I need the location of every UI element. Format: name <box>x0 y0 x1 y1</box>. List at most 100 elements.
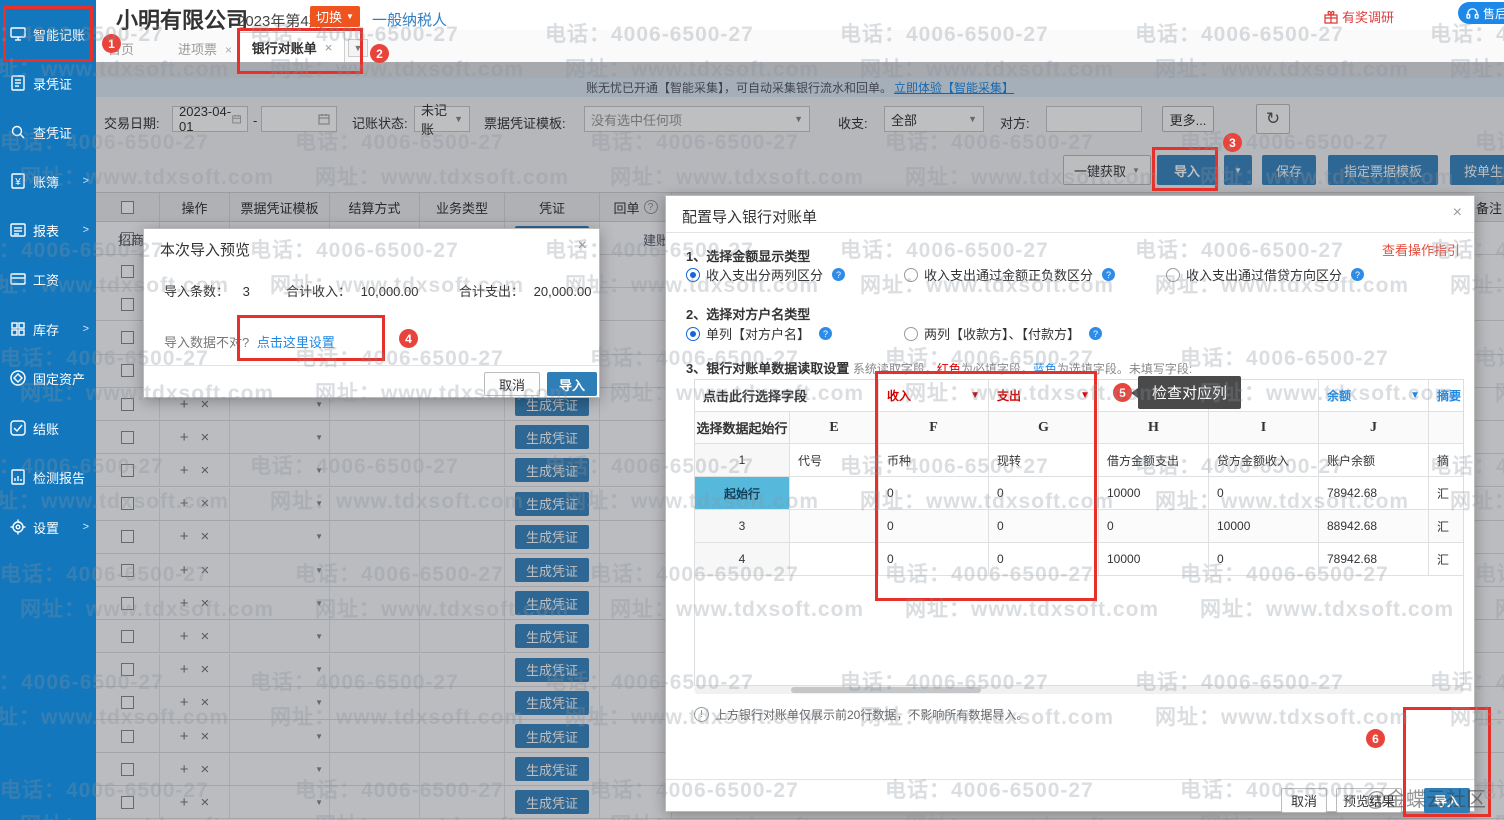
section1-title: 1、选择金额显示类型 <box>686 246 810 265</box>
sidebar-item-smart-bookkeeping[interactable]: 智能记账 <box>0 14 96 54</box>
info-icon: ! <box>694 707 709 722</box>
help-icon[interactable]: ? <box>1351 268 1364 281</box>
close-icon[interactable]: × <box>578 237 587 255</box>
radio-two-party[interactable]: 两列【收款方】、【付款方】 ? <box>904 324 1102 343</box>
field-mapping-grid: 点击此行选择字段 收入▼ 支出▼ 余额▼ 摘要 选择数据起始行 E <box>694 379 1464 686</box>
blocks-icon <box>9 320 27 338</box>
check-square-icon <box>9 419 27 437</box>
sidebar-item-inspection-report[interactable]: 检测报告 <box>0 457 96 497</box>
radio-single-party[interactable]: 单列【对方户名】 ? <box>686 324 832 343</box>
sidebar-item-label: 结账 <box>33 419 59 438</box>
radio-selected-icon <box>686 327 700 341</box>
guide-link[interactable]: 查看操作指引 <box>1382 240 1460 259</box>
sidebar-item-inventory[interactable]: 库存 > <box>0 309 96 349</box>
section3-title: 3、银行对账单数据读取设置 系统读取字段，红色为必填字段，蓝色为选填字段。未填写… <box>686 358 1192 377</box>
sidebar-item-closing[interactable]: 结账 <box>0 408 96 448</box>
field-select-K[interactable]: 摘要 <box>1429 380 1464 412</box>
field-select-G[interactable]: 支出▼ <box>989 380 1099 412</box>
sidebar-item-label: 工资 <box>33 270 59 289</box>
radio-icon <box>904 268 918 282</box>
top-header: 小明有限公司 2023年第4期 切换 ▼ 一般纳税人 有奖调研 售后 <box>96 0 1504 30</box>
col-letter-I: I <box>1209 412 1319 444</box>
help-icon[interactable]: ? <box>1102 268 1115 281</box>
brand-watermark: @金蝶云社区 <box>1366 783 1486 812</box>
close-icon[interactable]: × <box>325 40 333 55</box>
caret-down-icon: ▼ <box>970 390 980 401</box>
import-preview-dialog: 本次导入预览 × 导入条数： 3 合计收入： 10,000.00 合计支出： 2… <box>143 228 600 398</box>
sidebar: 智能记账 录凭证 查凭证 ¥ 账簿 > 报表 > 工资 库存 > <box>0 0 96 820</box>
help-icon[interactable]: ? <box>1089 327 1102 340</box>
radio-icon <box>904 327 918 341</box>
wrong-data-hint: 导入数据不对? 点击这里设置 <box>164 332 335 351</box>
sidebar-item-label: 录凭证 <box>33 74 72 93</box>
sidebar-item-label: 设置 <box>33 518 59 537</box>
grid-row-4[interactable]: 4 0 0 10000 0 78942.68 汇 <box>695 543 1464 576</box>
headset-icon <box>1466 7 1479 20</box>
radio-debit-credit[interactable]: 收入支出通过借贷方向区分 ? <box>1166 265 1364 284</box>
sidebar-item-settings[interactable]: 设置 > <box>0 507 96 547</box>
help-icon[interactable]: ? <box>832 268 845 281</box>
survey-link[interactable]: 有奖调研 <box>1324 7 1394 26</box>
sidebar-item-label: 库存 <box>33 320 59 339</box>
col-letter-G: G <box>989 412 1099 444</box>
sidebar-item-salary[interactable]: 工资 <box>0 259 96 299</box>
grid-row-1[interactable]: 1 代号 币种 现转 借方金额支出 贷方金额收入 账户余额 摘 <box>695 444 1464 477</box>
tab-input-ticket[interactable]: 进项票× <box>178 39 232 58</box>
sidebar-item-search-voucher[interactable]: 查凭证 <box>0 112 96 152</box>
start-row-label: 选择数据起始行 <box>695 412 790 444</box>
check-column-tooltip: 检查对应列 <box>1138 376 1241 409</box>
total-expense: 合计支出： 20,000.00 <box>459 281 591 300</box>
diamond-circle-icon <box>9 369 27 387</box>
horizontal-scrollbar[interactable] <box>694 686 1464 694</box>
sidebar-item-record-voucher[interactable]: 录凭证 <box>0 63 96 103</box>
help-icon[interactable]: ? <box>819 327 832 340</box>
monitor-icon <box>9 25 27 43</box>
col-letter-F: F <box>879 412 989 444</box>
col-letter-H: H <box>1099 412 1209 444</box>
yen-book-icon: ¥ <box>9 172 27 190</box>
dialog-title: 本次导入预览 <box>160 239 250 260</box>
sidebar-item-fixed-assets[interactable]: 固定资产 <box>0 358 96 398</box>
tab-home[interactable]: 首页 <box>108 39 134 58</box>
config-import-dialog: 配置导入银行对账单 × 查看操作指引 1、选择金额显示类型 收入支出分两列区分 … <box>665 195 1475 812</box>
section2-title: 2、选择对方户名类型 <box>686 304 810 323</box>
close-icon[interactable]: × <box>225 43 232 57</box>
grid-row-start[interactable]: 起始行 0 0 10000 0 78942.68 汇 <box>695 477 1464 510</box>
taxpayer-type-link[interactable]: 一般纳税人 <box>372 9 447 30</box>
sidebar-item-label: 报表 <box>33 221 59 240</box>
caret-down-icon: ▼ <box>346 12 354 21</box>
total-income: 合计收入： 10,000.00 <box>286 281 418 300</box>
gear-icon <box>9 518 27 536</box>
col-letter-J: J <box>1319 412 1429 444</box>
scrollbar-thumb[interactable] <box>791 687 981 693</box>
search-icon <box>9 123 27 141</box>
sidebar-item-label: 账簿 <box>33 172 59 191</box>
tab-list-dropdown[interactable]: ▼ <box>348 39 368 57</box>
support-button[interactable]: 售后 <box>1458 2 1504 24</box>
sidebar-item-reports[interactable]: 报表 > <box>0 210 96 250</box>
field-select-J[interactable]: 余额▼ <box>1319 380 1429 412</box>
sidebar-item-ledger[interactable]: ¥ 账簿 > <box>0 161 96 201</box>
radio-pos-neg[interactable]: 收入支出通过金额正负数区分 ? <box>904 265 1115 284</box>
svg-text:¥: ¥ <box>14 177 21 188</box>
caret-down-icon: ▼ <box>1080 390 1090 401</box>
col-letter-E: E <box>790 412 879 444</box>
grid-row-3[interactable]: 3 0 0 0 10000 88942.68 汇 <box>695 510 1464 543</box>
sidebar-item-label: 查凭证 <box>33 123 72 142</box>
import-confirm-button[interactable]: 导入 <box>547 372 597 396</box>
tab-bank-statement[interactable]: 银行对账单 × <box>239 32 345 62</box>
cancel-button[interactable]: 取消 <box>484 372 540 396</box>
select-field-row-label[interactable]: 点击此行选择字段 <box>695 380 879 412</box>
close-icon[interactable]: × <box>1453 204 1462 222</box>
radio-selected-icon <box>686 268 700 282</box>
sidebar-item-label: 智能记账 <box>33 25 85 44</box>
setup-link[interactable]: 点击这里设置 <box>257 335 335 350</box>
sidebar-item-label: 检测报告 <box>33 468 85 487</box>
switch-period-button[interactable]: 切换 ▼ <box>310 6 360 27</box>
tab-bar: 首页 进项票× 银行对账单 × ▼ <box>96 30 1504 62</box>
radio-two-columns[interactable]: 收入支出分两列区分 ? <box>686 265 845 284</box>
caret-down-icon: ▼ <box>1410 390 1420 401</box>
cancel-button[interactable]: 取消 <box>1281 788 1327 813</box>
field-select-F[interactable]: 收入▼ <box>879 380 989 412</box>
app-window: 智能记账 录凭证 查凭证 ¥ 账簿 > 报表 > 工资 库存 > <box>0 0 1504 820</box>
